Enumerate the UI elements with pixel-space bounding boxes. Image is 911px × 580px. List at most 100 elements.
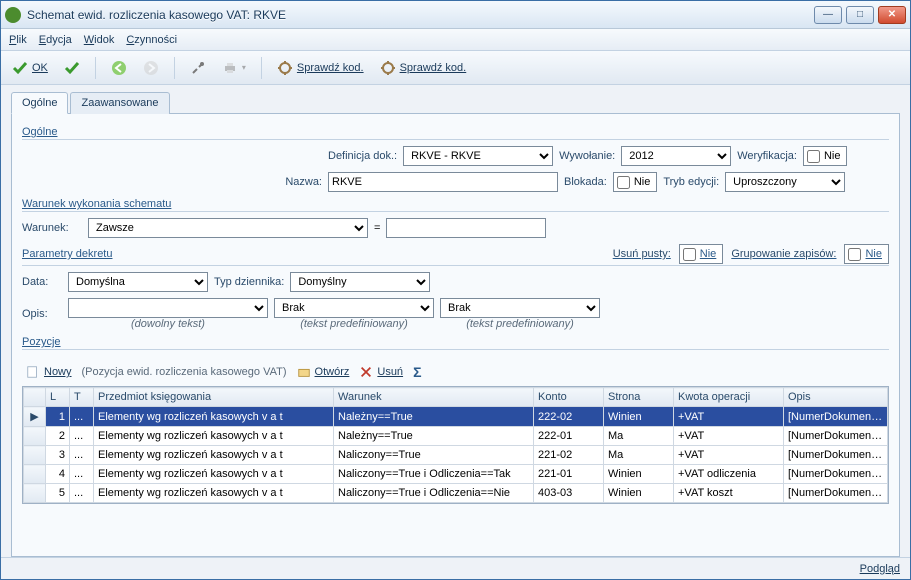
table-row[interactable]: ▶1...Elementy wg rozliczeń kasowych v a …: [24, 407, 888, 427]
edit-select[interactable]: Uproszczony: [725, 172, 845, 192]
cell-l: 1: [46, 407, 70, 427]
cell-subject: Elementy wg rozliczeń kasowych v a t: [94, 446, 334, 465]
new-button[interactable]: Nowy: [26, 365, 72, 379]
print-button[interactable]: ▾: [217, 57, 251, 79]
cell-subject: Elementy wg rozliczeń kasowych v a t: [94, 407, 334, 427]
positions-grid[interactable]: L T Przedmiot księgowania Warunek Konto …: [22, 386, 889, 504]
desc-label: Opis:: [22, 308, 62, 320]
check-icon: [64, 60, 80, 76]
sum-button[interactable]: Σ: [413, 364, 421, 380]
forward-button[interactable]: [138, 57, 164, 79]
col-subject[interactable]: Przedmiot księgowania: [94, 388, 334, 407]
arrow-left-icon: [111, 60, 127, 76]
menu-czynnosci[interactable]: Czynności: [126, 34, 177, 46]
cell-side: Ma: [604, 446, 674, 465]
col-l[interactable]: L: [46, 388, 70, 407]
new-hint: (Pozycja ewid. rozliczenia kasowego VAT): [82, 366, 287, 378]
table-row[interactable]: 4...Elementy wg rozliczeń kasowych v a t…: [24, 465, 888, 484]
check-code-1-button[interactable]: Sprawdź kod.: [272, 57, 369, 79]
journal-select[interactable]: Domyślny: [290, 272, 430, 292]
apply-button[interactable]: [59, 57, 85, 79]
tools-button[interactable]: [185, 57, 211, 79]
empty-check[interactable]: Nie: [679, 244, 724, 264]
col-account[interactable]: Konto: [534, 388, 604, 407]
new-icon: [26, 365, 40, 379]
menu-plik[interactable]: Plik: [9, 34, 27, 46]
cell-side: Winien: [604, 465, 674, 484]
cell-desc: [NumerDokumentu]: [784, 427, 888, 446]
menubar: Plik Edycja Widok Czynności: [1, 29, 910, 51]
table-row[interactable]: 5...Elementy wg rozliczeń kasowych v a t…: [24, 484, 888, 503]
col-t[interactable]: T: [70, 388, 94, 407]
cell-l: 4: [46, 465, 70, 484]
cell-l: 3: [46, 446, 70, 465]
desc2-select[interactable]: Brak: [274, 298, 434, 318]
cell-l: 2: [46, 427, 70, 446]
cell-t: ...: [70, 446, 94, 465]
cell-desc: [NumerDokumentu]: [784, 407, 888, 427]
row-marker: [24, 484, 46, 503]
desc2-hint: (tekst predefiniowany): [274, 318, 434, 330]
tab-general[interactable]: Ogólne: [11, 92, 68, 114]
delete-button[interactable]: Usuń: [359, 365, 403, 379]
cell-amount: +VAT koszt: [674, 484, 784, 503]
cell-cond: Należny==True: [334, 427, 534, 446]
minimize-button[interactable]: —: [814, 6, 842, 24]
table-row[interactable]: 3...Elementy wg rozliczeń kasowych v a t…: [24, 446, 888, 465]
empty-label: Usuń pusty:: [613, 248, 671, 260]
ok-button[interactable]: OK: [7, 57, 53, 79]
def-label: Definicja dok.:: [328, 150, 397, 162]
col-cond[interactable]: Warunek: [334, 388, 534, 407]
col-desc[interactable]: Opis: [784, 388, 888, 407]
titlebar: Schemat ewid. rozliczenia kasowego VAT: …: [1, 1, 910, 29]
table-row[interactable]: 2...Elementy wg rozliczeń kasowych v a t…: [24, 427, 888, 446]
row-marker: [24, 427, 46, 446]
col-amount[interactable]: Kwota operacji: [674, 388, 784, 407]
open-icon: [297, 365, 311, 379]
back-button[interactable]: [106, 57, 132, 79]
cell-l: 5: [46, 484, 70, 503]
lock-check[interactable]: Nie: [613, 172, 658, 192]
check-code-2-button[interactable]: Sprawdź kod.: [375, 57, 472, 79]
section-params: Parametry dekretu Usuń pusty: Nie Grupow…: [22, 244, 889, 266]
cell-t: ...: [70, 465, 94, 484]
desc1-select[interactable]: [68, 298, 268, 318]
app-icon: [5, 7, 21, 23]
name-label: Nazwa:: [285, 176, 322, 188]
positions-toolbar: Nowy (Pozycja ewid. rozliczenia kasowego…: [22, 356, 889, 386]
cell-subject: Elementy wg rozliczeń kasowych v a t: [94, 465, 334, 484]
row-marker: [24, 465, 46, 484]
cond-value-input[interactable]: [386, 218, 546, 238]
cell-side: Winien: [604, 484, 674, 503]
tab-advanced[interactable]: Zaawansowane: [70, 92, 169, 114]
def-select[interactable]: RKVE - RKVE: [403, 146, 553, 166]
cell-side: Ma: [604, 427, 674, 446]
cell-amount: +VAT: [674, 407, 784, 427]
cell-subject: Elementy wg rozliczeń kasowych v a t: [94, 427, 334, 446]
cell-cond: Naliczony==True: [334, 446, 534, 465]
section-positions: Pozycje: [22, 336, 889, 350]
open-button[interactable]: Otwórz: [297, 365, 350, 379]
check-icon: [12, 60, 28, 76]
verify-check[interactable]: Nie: [803, 146, 848, 166]
preview-link[interactable]: Podgląd: [860, 563, 900, 575]
group-check[interactable]: Nie: [844, 244, 889, 264]
call-select[interactable]: 2012: [621, 146, 731, 166]
cell-desc: [NumerDokumentu]: [784, 446, 888, 465]
close-button[interactable]: ✕: [878, 6, 906, 24]
cell-t: ...: [70, 407, 94, 427]
cell-amount: +VAT: [674, 446, 784, 465]
date-select[interactable]: Domyślna: [68, 272, 208, 292]
date-label: Data:: [22, 276, 62, 288]
delete-icon: [359, 365, 373, 379]
maximize-button[interactable]: □: [846, 6, 874, 24]
menu-edycja[interactable]: Edycja: [39, 34, 72, 46]
toolbar: OK ▾ Sprawdź kod. Sprawdź kod.: [1, 51, 910, 85]
cond-select[interactable]: Zawsze: [88, 218, 368, 238]
menu-widok[interactable]: Widok: [84, 34, 115, 46]
cell-account: 222-02: [534, 407, 604, 427]
name-input[interactable]: [328, 172, 558, 192]
desc3-hint: (tekst predefiniowany): [440, 318, 600, 330]
desc3-select[interactable]: Brak: [440, 298, 600, 318]
col-side[interactable]: Strona: [604, 388, 674, 407]
